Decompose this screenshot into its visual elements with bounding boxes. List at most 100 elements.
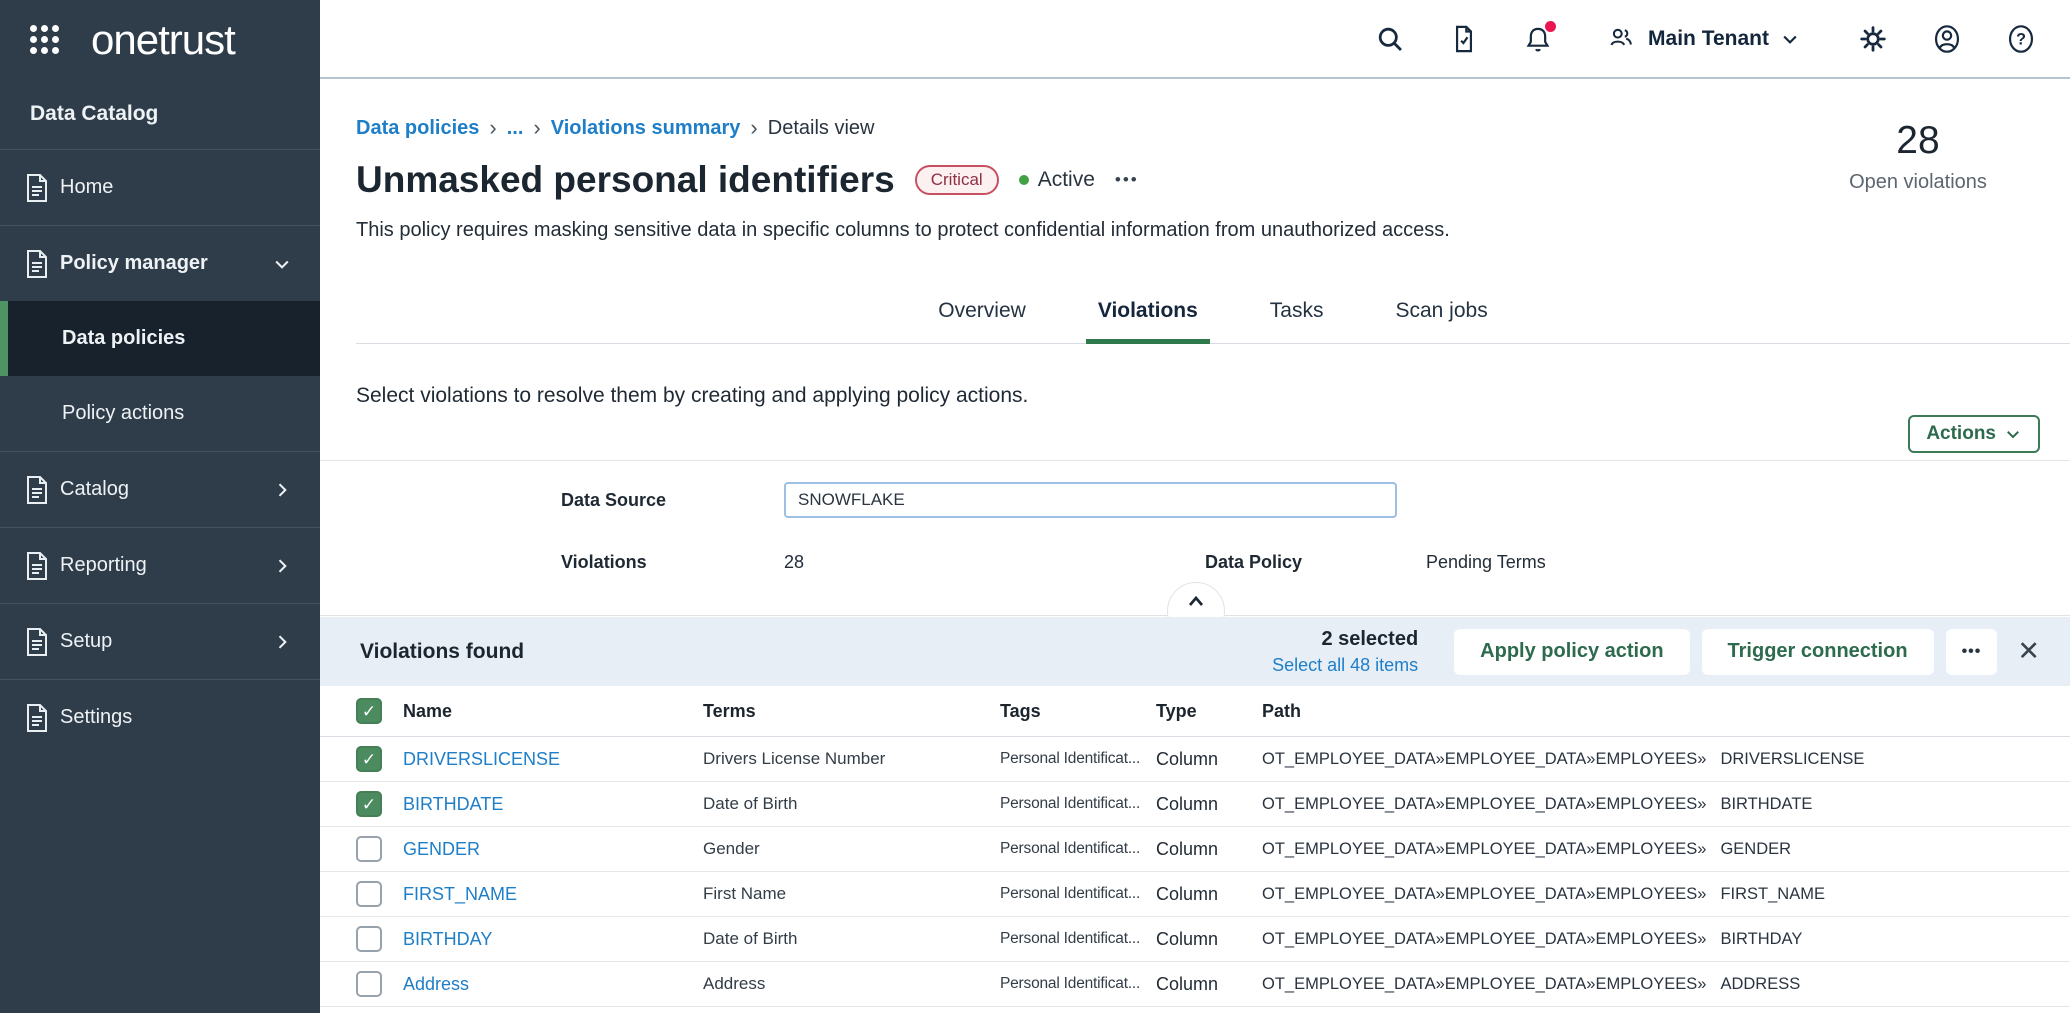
- onetrust-logo[interactable]: onetrust: [91, 16, 235, 64]
- select-all-link[interactable]: Select all 48 items: [1272, 655, 1418, 676]
- title-row: Unmasked personal identifiers Critical A…: [356, 155, 2070, 205]
- app-window: onetrust Data Catalog Home Policy manage…: [0, 0, 2070, 1013]
- title-more-menu[interactable]: •••: [1115, 170, 1139, 190]
- page-header: Data policies ... Violations summary Det…: [320, 79, 2070, 344]
- breadcrumb-separator: [750, 117, 757, 140]
- tab-scan-jobs[interactable]: Scan jobs: [1383, 285, 1499, 343]
- results-title: Violations found: [360, 640, 524, 664]
- status-badge: Active: [1019, 168, 1095, 192]
- data-policy-value: Pending Terms: [1426, 552, 1546, 573]
- row-checkbox[interactable]: ✓: [356, 791, 382, 817]
- column-header-type[interactable]: Type: [1156, 701, 1262, 722]
- tab-bar: Overview Violations Tasks Scan jobs: [356, 285, 2070, 344]
- row-checkbox[interactable]: ✓: [356, 926, 382, 952]
- open-violations-stat: 28 Open violations: [1818, 119, 2018, 194]
- trigger-connection-button[interactable]: Trigger connection: [1702, 629, 1934, 675]
- people-icon: [1607, 24, 1637, 54]
- row-checkbox[interactable]: ✓: [356, 881, 382, 907]
- tab-tasks[interactable]: Tasks: [1258, 285, 1336, 343]
- violations-toolbar: Select violations to resolve them by cre…: [320, 344, 2070, 453]
- product-title: Data Catalog: [0, 79, 320, 149]
- select-all-checkbox[interactable]: ✓: [356, 698, 382, 724]
- violations-table: ✓ Name Terms Tags Type Path ✓ DRIVERSLIC…: [320, 686, 2070, 1007]
- chevron-down-icon: [272, 254, 292, 274]
- selected-count: 2 selected: [1272, 628, 1418, 651]
- breadcrumb-current: Details view: [768, 117, 875, 140]
- check-icon: ✓: [362, 703, 376, 720]
- document-icon: [22, 626, 52, 658]
- data-policy-label: Data Policy: [1205, 552, 1426, 573]
- tab-violations[interactable]: Violations: [1086, 285, 1210, 343]
- tenant-label: Main Tenant: [1648, 27, 1769, 51]
- gear-icon[interactable]: [1858, 24, 1888, 54]
- chevron-right-icon: [272, 480, 292, 500]
- actions-button[interactable]: Actions: [1908, 415, 2040, 453]
- sidebar-item-policy-actions[interactable]: Policy actions: [0, 376, 320, 451]
- tab-overview[interactable]: Overview: [926, 285, 1038, 343]
- close-icon[interactable]: ✕: [2017, 638, 2040, 665]
- table-header: ✓ Name Terms Tags Type Path: [320, 686, 2070, 737]
- violation-name-link[interactable]: BIRTHDATE: [403, 794, 503, 814]
- table-row: ✓ DRIVERSLICENSE Drivers License Number …: [320, 737, 2070, 782]
- violation-name-link[interactable]: GENDER: [403, 839, 480, 859]
- instruction-text: Select violations to resolve them by cre…: [356, 384, 2040, 408]
- sidebar-item-catalog[interactable]: Catalog: [0, 452, 320, 527]
- document-icon: [22, 550, 52, 582]
- chevron-down-icon: [1780, 29, 1800, 49]
- data-source-input[interactable]: [784, 482, 1397, 518]
- sidebar-item-settings[interactable]: Settings: [0, 680, 320, 755]
- violations-count-label: Violations: [561, 552, 784, 573]
- table-row: ✓ BIRTHDAY Date of Birth Personal Identi…: [320, 917, 2070, 962]
- table-row: ✓ BIRTHDATE Date of Birth Personal Ident…: [320, 782, 2070, 827]
- document-icon: [22, 702, 52, 734]
- notifications-bell-icon[interactable]: [1523, 24, 1553, 54]
- main-area: Main Tenant ? Data policies ... Violatio…: [320, 0, 2070, 1013]
- sidebar-item-reporting[interactable]: Reporting: [0, 528, 320, 603]
- search-icon[interactable]: [1375, 24, 1405, 54]
- column-header-terms[interactable]: Terms: [703, 701, 1000, 722]
- chevron-up-icon[interactable]: [1184, 590, 1208, 614]
- breadcrumb-separator: [533, 117, 540, 140]
- help-icon[interactable]: ?: [2006, 24, 2036, 54]
- violation-name-link[interactable]: Address: [403, 974, 469, 994]
- account-icon[interactable]: [1932, 24, 1962, 54]
- sidebar-item-setup[interactable]: Setup: [0, 604, 320, 679]
- app-switcher-icon[interactable]: [30, 25, 59, 54]
- breadcrumb-ellipsis[interactable]: ...: [507, 117, 524, 140]
- violations-count-value: 28: [784, 552, 1205, 573]
- sidebar-item-policy-manager[interactable]: Policy manager: [0, 226, 320, 301]
- policy-description: This policy requires masking sensitive d…: [356, 219, 2070, 245]
- selection-bar: Violations found 2 selected Select all 4…: [320, 617, 2070, 686]
- breadcrumb-violations-summary[interactable]: Violations summary: [551, 117, 741, 140]
- check-icon: ✓: [362, 796, 376, 813]
- sidebar-item-home[interactable]: Home: [0, 150, 320, 225]
- row-checkbox[interactable]: ✓: [356, 971, 382, 997]
- table-row: ✓ GENDER Gender Personal Identificat... …: [320, 827, 2070, 872]
- violation-name-link[interactable]: DRIVERSLICENSE: [403, 749, 560, 769]
- column-header-path[interactable]: Path: [1262, 701, 2070, 722]
- tenant-switcher[interactable]: Main Tenant: [1607, 24, 1800, 54]
- breadcrumb-data-policies[interactable]: Data policies: [356, 117, 479, 140]
- apply-policy-action-button[interactable]: Apply policy action: [1454, 629, 1689, 675]
- more-actions-button[interactable]: •••: [1946, 629, 1998, 675]
- document-icon: [22, 248, 52, 280]
- table-row: ✓ Address Address Personal Identificat..…: [320, 962, 2070, 1007]
- chevron-right-icon: [272, 556, 292, 576]
- sidebar: onetrust Data Catalog Home Policy manage…: [0, 0, 320, 1013]
- status-dot-icon: [1019, 175, 1029, 185]
- row-checkbox[interactable]: ✓: [356, 836, 382, 862]
- violations-results: Violations found 2 selected Select all 4…: [320, 617, 2070, 1007]
- column-header-tags[interactable]: Tags: [1000, 701, 1156, 722]
- chevron-down-icon: [2004, 425, 2022, 443]
- sidebar-item-data-policies[interactable]: Data policies: [0, 301, 320, 376]
- document-icon: [22, 172, 52, 204]
- column-header-name[interactable]: Name: [403, 701, 703, 722]
- row-checkbox[interactable]: ✓: [356, 746, 382, 772]
- violation-name-link[interactable]: FIRST_NAME: [403, 884, 517, 904]
- severity-badge: Critical: [915, 165, 999, 195]
- violation-name-link[interactable]: BIRTHDAY: [403, 929, 492, 949]
- check-icon: ✓: [362, 751, 376, 768]
- breadcrumb-separator: [489, 117, 496, 140]
- table-row: ✓ FIRST_NAME First Name Personal Identif…: [320, 872, 2070, 917]
- document-check-icon[interactable]: [1449, 24, 1479, 54]
